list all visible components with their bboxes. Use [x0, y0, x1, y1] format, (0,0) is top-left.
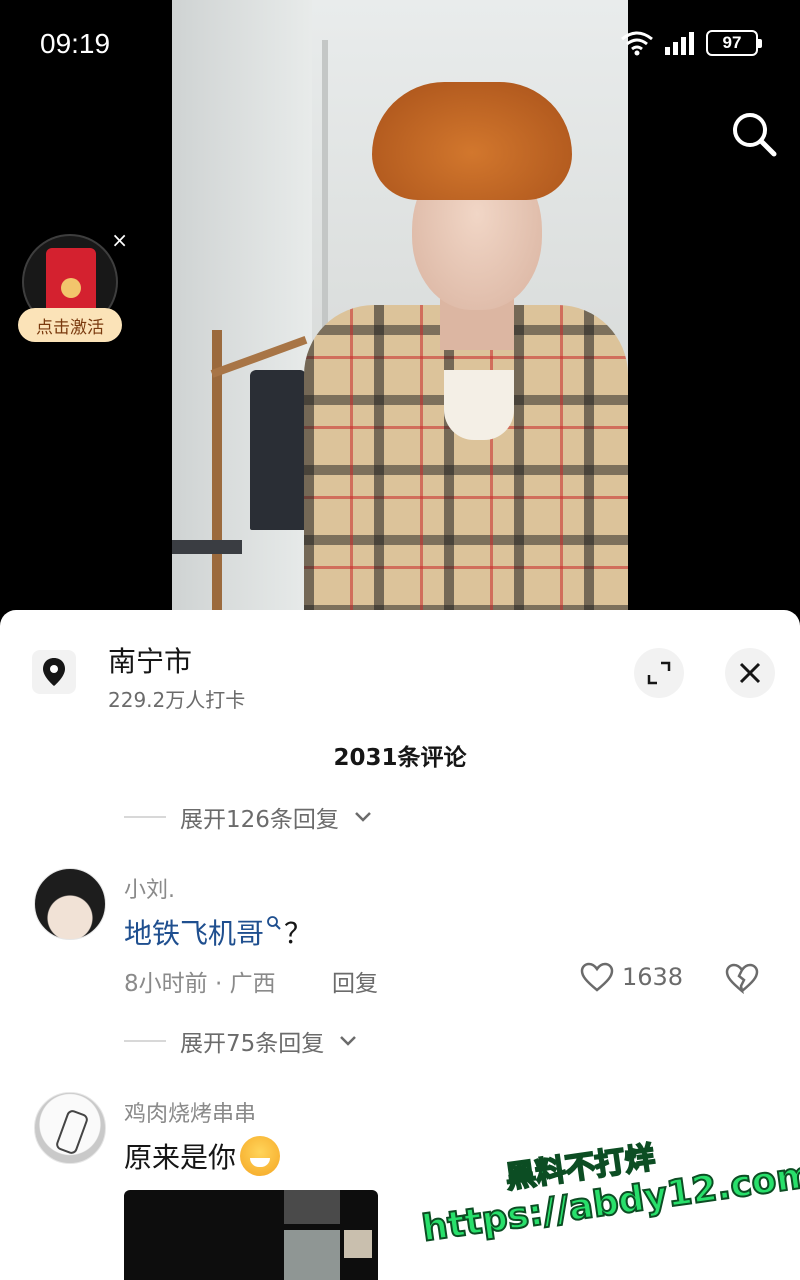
broken-heart-icon [724, 962, 760, 994]
video-coat [250, 370, 306, 530]
grin-emoji-icon [240, 1136, 281, 1176]
chevron-down-icon [338, 1031, 358, 1051]
close-icon [738, 661, 762, 685]
comment-meta: 8小时前 · 广西 [124, 971, 276, 997]
dislike-button[interactable] [724, 962, 760, 994]
video-frame[interactable] [172, 0, 628, 610]
signal-icon [664, 31, 696, 55]
thumbnail-tile [284, 1230, 340, 1280]
expand-button[interactable] [634, 648, 684, 698]
comment-body: 原来是你 [124, 1141, 237, 1174]
comment-username[interactable]: 小刘. [124, 872, 175, 904]
search-small-icon [266, 915, 282, 935]
wifi-icon [620, 30, 654, 56]
expand-replies-button[interactable]: 展开75条回复 [124, 1024, 358, 1058]
search-button[interactable] [728, 108, 780, 160]
like-button[interactable]: 1638 [580, 962, 683, 992]
comment-text: 原来是你 [124, 1136, 281, 1176]
location-pin-icon [41, 657, 67, 687]
comment-search-link[interactable]: 地铁飞机哥 [124, 912, 264, 952]
red-packet-activate-label[interactable]: 点击激活 [18, 308, 122, 342]
video-person-undershirt [444, 370, 514, 440]
location-pin-button[interactable] [32, 650, 76, 694]
red-envelope-icon [46, 248, 96, 314]
expand-icon [646, 660, 672, 686]
comment-text: 地铁飞机哥 ？ [124, 912, 312, 952]
thumbnail-tile [284, 1190, 340, 1224]
thumbnail-tile [344, 1230, 372, 1258]
expand-replies-label: 展开126条回复 [180, 807, 339, 833]
video-person-shirt [304, 305, 628, 610]
red-packet-close-icon[interactable]: × [111, 228, 128, 252]
expand-replies-label: 展开75条回复 [180, 1031, 325, 1057]
status-icons: 97 [620, 30, 762, 56]
comment-username[interactable]: 鸡肉烧烤串串 [124, 1096, 256, 1128]
avatar[interactable] [34, 1092, 106, 1164]
divider-line [124, 816, 166, 818]
chevron-down-icon [353, 807, 373, 827]
location-checkin-count: 229.2万人打卡 [108, 688, 246, 712]
like-count: 1638 [622, 963, 684, 991]
comment-suffix: ？ [284, 917, 313, 950]
divider-line [124, 1040, 166, 1042]
expand-replies-button[interactable]: 展开126条回复 [124, 800, 373, 834]
close-button[interactable] [725, 648, 775, 698]
status-time: 09:19 [40, 28, 111, 59]
search-icon [728, 108, 780, 160]
comment-count-title: 2031条评论 [333, 745, 467, 771]
heart-icon [580, 962, 614, 992]
comment-image-thumbnail[interactable] [124, 1190, 378, 1280]
location-name[interactable]: 南宁市 [108, 640, 192, 680]
avatar[interactable] [34, 868, 106, 940]
red-packet-widget[interactable]: × 点击激活 [18, 228, 128, 350]
reply-button[interactable]: 回复 [332, 964, 378, 998]
video-shelf [172, 540, 242, 554]
battery-indicator: 97 [706, 30, 762, 56]
video-person-hair [372, 82, 572, 200]
